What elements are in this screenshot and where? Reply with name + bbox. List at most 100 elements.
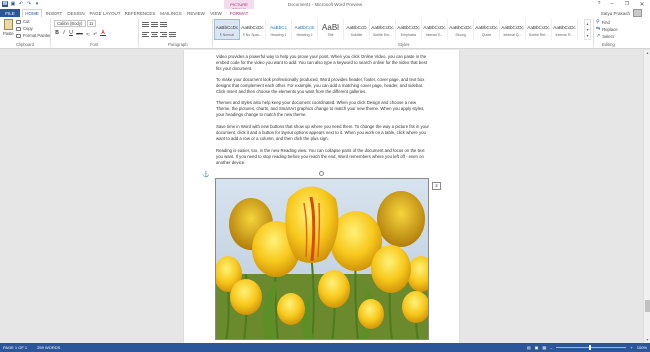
find-label: Find <box>601 19 610 25</box>
underline-button[interactable]: U <box>68 30 74 36</box>
strikethrough-button[interactable]: abc <box>75 30 84 36</box>
style-intense-reference[interactable]: AaBbCcDc Intense R... <box>552 19 578 40</box>
copy-button[interactable]: Copy <box>16 26 33 31</box>
document-paragraph[interactable]: Themes and styles also help keep your do… <box>216 100 430 118</box>
style-intense-quote[interactable]: AaBbCcDc Intense Q... <box>500 19 526 40</box>
style-sample: AaBbCcDc <box>553 24 576 30</box>
page-count[interactable]: PAGE 1 OF 1 <box>3 345 27 350</box>
tab-format[interactable]: FORMAT <box>226 10 252 17</box>
document-page[interactable]: Video provides a powerful way to help yo… <box>184 50 459 343</box>
editing-group-label: Editing <box>602 42 615 47</box>
document-paragraph[interactable]: Save time in Word with new buttons that … <box>216 124 430 142</box>
tab-page-layout[interactable]: PAGE LAYOUT <box>88 10 122 17</box>
cut-button[interactable]: Cut <box>16 19 30 24</box>
tab-references[interactable]: REFERENCES <box>124 10 156 17</box>
superscript-button[interactable]: x² <box>92 30 98 36</box>
tulips-picture[interactable] <box>215 178 429 340</box>
style-emphasis[interactable]: AaBbCcDc Emphasis <box>396 19 422 40</box>
status-bar: PAGE 1 OF 1 259 WORDS ▤ ▣ ▦ – + 100% <box>0 343 650 352</box>
user-name[interactable]: Satya Prakash <box>601 11 630 16</box>
style-name: Intense E... <box>425 32 444 37</box>
tab-design[interactable]: DESIGN <box>66 10 86 17</box>
scroll-up-icon[interactable]: ▴ <box>644 50 650 56</box>
style-name: Title <box>327 32 334 37</box>
close-button[interactable]: ✕ <box>635 0 649 8</box>
align-left-button[interactable] <box>142 31 149 37</box>
style-subtle-emphasis[interactable]: AaBbCcDc Subtle Em... <box>370 19 396 40</box>
tab-mailings[interactable]: MAILINGS <box>158 10 184 17</box>
style-sample: AaBbCcDc <box>371 24 394 30</box>
replace-button[interactable]: ⇆ Replace <box>596 26 618 32</box>
more-styles-icon[interactable]: ▾ <box>586 33 588 38</box>
rotate-handle[interactable] <box>319 171 324 176</box>
read-mode-icon[interactable]: ▤ <box>527 345 531 350</box>
cut-label: Cut <box>23 19 30 24</box>
paste-button-label[interactable]: Paste <box>3 31 14 36</box>
styles-gallery-scroller[interactable]: ▴ ▾ ▾ <box>584 19 591 40</box>
tab-review[interactable]: REVIEW <box>186 10 206 17</box>
font-size-select[interactable]: 11 <box>87 20 96 27</box>
style-name: Quote <box>481 32 492 37</box>
zoom-out-button[interactable]: – <box>550 345 552 350</box>
zoom-level[interactable]: 100% <box>637 345 647 350</box>
document-paragraph[interactable]: Video provides a powerful way to help yo… <box>216 54 430 72</box>
multilevel-list-button[interactable] <box>160 21 167 27</box>
style-name: ¶ No Spac... <box>242 32 263 37</box>
zoom-slider[interactable] <box>556 345 627 350</box>
avatar[interactable] <box>633 9 642 17</box>
align-center-button[interactable] <box>151 31 158 37</box>
chevron-up-icon[interactable]: ▴ <box>586 21 588 26</box>
word-count[interactable]: 259 WORDS <box>37 345 60 350</box>
numbering-button[interactable] <box>151 21 158 27</box>
style-title[interactable]: AaBl Title <box>318 19 344 40</box>
window-title: Document1 - Microsoft Word Preview <box>287 2 363 7</box>
style-heading-1[interactable]: AaBbCc Heading 1 <box>266 19 292 40</box>
bullets-button[interactable] <box>142 21 149 27</box>
zoom-in-button[interactable]: + <box>630 345 632 350</box>
subscript-button[interactable]: x₂ <box>85 30 91 36</box>
scrollbar-thumb[interactable] <box>645 300 650 312</box>
chevron-down-icon[interactable]: ▾ <box>586 27 588 32</box>
minimize-button[interactable]: – <box>605 0 619 8</box>
document-paragraph[interactable]: Reading is easier, too, in the new Readi… <box>216 148 430 166</box>
anchor-icon[interactable]: ⚓ <box>202 171 209 178</box>
document-paragraph[interactable]: To make your document look professionall… <box>216 77 430 95</box>
tab-home[interactable]: HOME <box>22 9 42 17</box>
paste-icon[interactable] <box>4 19 13 30</box>
zoom-slider-thumb[interactable] <box>589 345 592 350</box>
document-area: Video provides a powerful way to help yo… <box>0 50 643 343</box>
font-color-button[interactable]: A <box>100 30 106 36</box>
style-sample: AaBbCcDc <box>215 24 239 30</box>
layout-options-icon[interactable]: ⌆ <box>432 182 441 190</box>
format-painter-button[interactable]: Format Painter <box>16 33 51 38</box>
align-right-button[interactable] <box>160 31 167 37</box>
style-sample: AaBbCcDc <box>397 24 420 30</box>
select-button[interactable]: ↗ Select <box>596 33 614 39</box>
clipboard-group-label: Clipboard <box>16 42 34 47</box>
help-button[interactable]: ? <box>592 0 606 8</box>
bold-button[interactable]: B <box>54 30 60 36</box>
style-subtitle[interactable]: AaBbCcD Subtitle <box>344 19 370 40</box>
tab-view[interactable]: VIEW <box>208 10 224 17</box>
style-subtle-reference[interactable]: AaBbCcDc Subtle Ref... <box>526 19 552 40</box>
style-quote[interactable]: AaBbCcDc Quote <box>474 19 500 40</box>
print-layout-icon[interactable]: ▣ <box>535 345 539 350</box>
restore-button[interactable]: ❐ <box>620 0 634 8</box>
web-layout-icon[interactable]: ▦ <box>542 345 546 350</box>
font-name-select[interactable]: Calibri (Body) <box>54 20 86 27</box>
style-no-spacing[interactable]: AaBbCcDc ¶ No Spac... <box>240 19 266 40</box>
tab-file[interactable]: FILE <box>0 9 20 17</box>
font-group-label: Font <box>90 42 99 47</box>
styles-gallery: AaBbCcDc ¶ Normal AaBbCcDc ¶ No Spac... Aa… <box>214 19 584 40</box>
find-button[interactable]: ⚲ Find <box>596 19 610 25</box>
vertical-scrollbar[interactable]: ▴ ▾ <box>643 50 650 343</box>
justify-button[interactable] <box>169 31 176 37</box>
style-name: Subtitle <box>350 32 363 37</box>
italic-button[interactable]: I <box>61 30 67 36</box>
style-name: Heading 2 <box>296 32 313 37</box>
style-heading-2[interactable]: AaBbCcE Heading 2 <box>292 19 318 40</box>
tab-insert[interactable]: INSERT <box>44 10 64 17</box>
style-intense-emphasis[interactable]: AaBbCcDc Intense E... <box>422 19 448 40</box>
style-strong[interactable]: AaBbCcDc Strong <box>448 19 474 40</box>
style-normal[interactable]: AaBbCcDc ¶ Normal <box>214 19 240 40</box>
